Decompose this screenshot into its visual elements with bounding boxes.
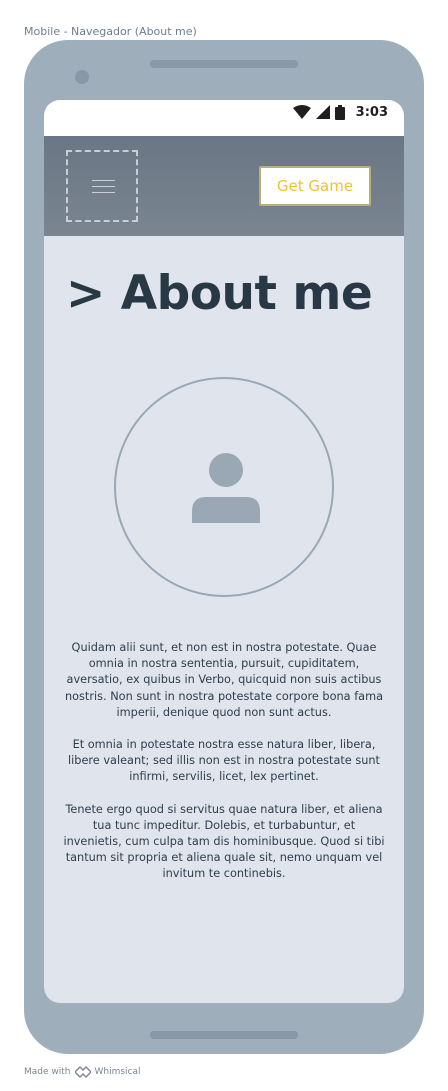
status-time: 3:03 <box>355 104 388 120</box>
signal-icon <box>315 105 330 119</box>
page-title: > About me <box>66 266 373 321</box>
avatar <box>114 377 334 597</box>
about-paragraph: Quidam alii sunt, et non est in nostra p… <box>64 641 384 719</box>
speaker-bar <box>150 60 298 68</box>
app-header: Get Game <box>44 136 404 236</box>
battery-icon <box>334 104 345 120</box>
menu-button[interactable] <box>66 150 138 222</box>
made-with-label: Made with <box>24 1067 71 1077</box>
hamburger-icon <box>92 180 115 194</box>
phone-screen: 3:03 Get Game > About me Quidam alii sun… <box>44 100 404 1003</box>
home-indicator <box>150 1031 298 1039</box>
phone-device: 3:03 Get Game > About me Quidam alii sun… <box>24 40 424 1054</box>
whimsical-brand: Whimsical <box>94 1067 141 1077</box>
about-paragraph: Tenete ergo quod si servitus quae natura… <box>63 802 385 881</box>
frame-title: Mobile - Navegador (About me) <box>24 25 197 38</box>
whimsical-logo-icon <box>74 1066 91 1078</box>
wifi-icon <box>292 105 311 119</box>
about-text: Quidam alii sunt, et non est in nostra p… <box>62 640 386 899</box>
user-icon <box>192 453 260 523</box>
camera-dot <box>75 70 89 84</box>
get-game-button[interactable]: Get Game <box>259 166 371 206</box>
about-paragraph: Et omnia in potestate nostra esse natura… <box>68 738 380 784</box>
status-bar: 3:03 <box>44 100 404 136</box>
status-icons: 3:03 <box>292 103 388 121</box>
whimsical-badge[interactable]: Made with Whimsical <box>24 1066 141 1078</box>
